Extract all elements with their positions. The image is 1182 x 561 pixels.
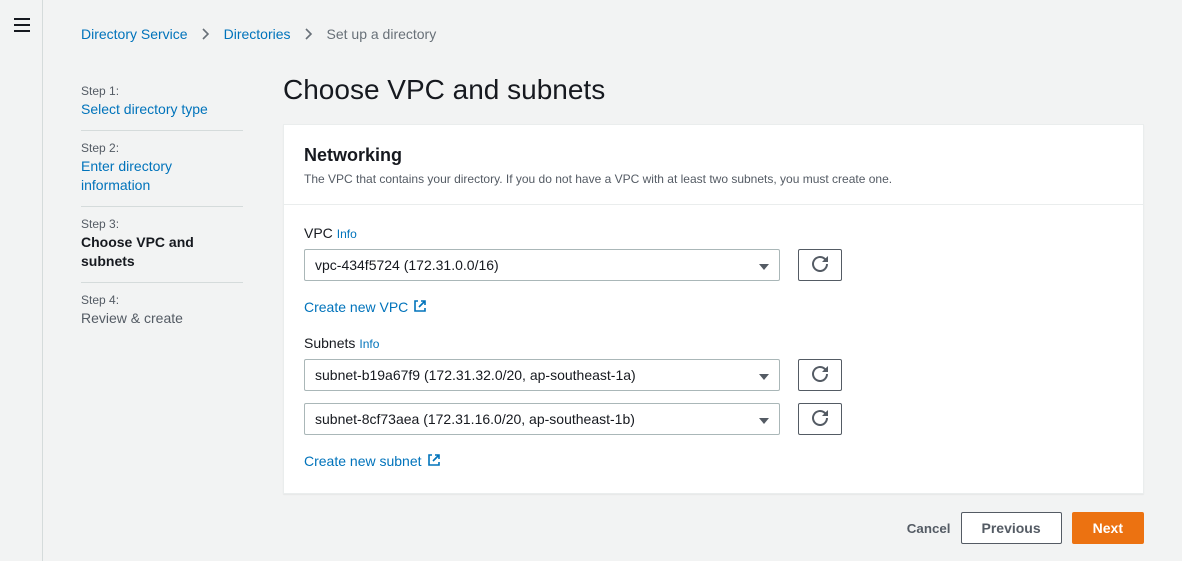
- vpc-label: VPC: [304, 225, 333, 241]
- step-label: Step 3:: [81, 217, 243, 231]
- panel-description: The VPC that contains your directory. If…: [304, 170, 1123, 188]
- step-3: Step 3: Choose VPC and subnets: [81, 207, 243, 283]
- vpc-field-group: VPC Info vpc-434f5724 (172.31.0.0/16): [304, 225, 1123, 315]
- panel-heading: Networking: [304, 145, 1123, 166]
- step-2[interactable]: Step 2: Enter directory information: [81, 131, 243, 207]
- refresh-icon: [812, 256, 828, 275]
- cancel-button[interactable]: Cancel: [907, 521, 951, 536]
- subnets-label: Subnets: [304, 335, 355, 351]
- breadcrumb: Directory Service Directories Set up a d…: [81, 0, 1144, 74]
- chevron-down-icon: [759, 257, 769, 273]
- step-label: Step 1:: [81, 84, 243, 98]
- create-new-vpc-link[interactable]: Create new VPC: [304, 299, 426, 315]
- previous-button[interactable]: Previous: [961, 512, 1062, 544]
- step-4: Step 4: Review & create: [81, 283, 243, 339]
- subnet-2-refresh-button[interactable]: [798, 403, 842, 435]
- open-sidebar-icon[interactable]: [14, 18, 30, 32]
- chevron-down-icon: [759, 411, 769, 427]
- step-label: Step 4:: [81, 293, 243, 307]
- subnet-1-refresh-button[interactable]: [798, 359, 842, 391]
- refresh-icon: [812, 366, 828, 385]
- external-link-icon: [428, 453, 440, 469]
- create-new-vpc-label: Create new VPC: [304, 299, 408, 315]
- step-name: Enter directory information: [81, 157, 243, 196]
- create-new-subnet-label: Create new subnet: [304, 453, 422, 469]
- subnets-field-group: Subnets Info subnet-b19a67f9 (172.31.32.…: [304, 335, 1123, 469]
- next-button[interactable]: Next: [1072, 512, 1144, 544]
- chevron-right-icon: [202, 28, 210, 40]
- networking-panel: Networking The VPC that contains your di…: [283, 124, 1144, 494]
- vpc-selected-value: vpc-434f5724 (172.31.0.0/16): [315, 257, 499, 273]
- page-title: Choose VPC and subnets: [283, 74, 1144, 106]
- subnet-1-select[interactable]: subnet-b19a67f9 (172.31.32.0/20, ap-sout…: [304, 359, 780, 391]
- step-label: Step 2:: [81, 141, 243, 155]
- refresh-icon: [812, 410, 828, 429]
- chevron-right-icon: [305, 28, 313, 40]
- external-link-icon: [414, 299, 426, 315]
- breadcrumb-current: Set up a directory: [327, 26, 437, 42]
- wizard-footer: Cancel Previous Next: [283, 512, 1144, 544]
- subnets-info-link[interactable]: Info: [359, 337, 379, 351]
- step-1[interactable]: Step 1: Select directory type: [81, 74, 243, 131]
- vpc-info-link[interactable]: Info: [337, 227, 357, 241]
- subnet-2-select[interactable]: subnet-8cf73aea (172.31.16.0/20, ap-sout…: [304, 403, 780, 435]
- step-name: Select directory type: [81, 100, 243, 120]
- subnet-1-selected-value: subnet-b19a67f9 (172.31.32.0/20, ap-sout…: [315, 367, 636, 383]
- step-name: Choose VPC and subnets: [81, 233, 243, 272]
- breadcrumb-directory-service[interactable]: Directory Service: [81, 26, 188, 42]
- breadcrumb-directories[interactable]: Directories: [224, 26, 291, 42]
- wizard-steps: Step 1: Select directory type Step 2: En…: [81, 74, 243, 339]
- subnet-2-selected-value: subnet-8cf73aea (172.31.16.0/20, ap-sout…: [315, 411, 635, 427]
- step-name: Review & create: [81, 309, 243, 329]
- chevron-down-icon: [759, 367, 769, 383]
- vpc-select[interactable]: vpc-434f5724 (172.31.0.0/16): [304, 249, 780, 281]
- vpc-refresh-button[interactable]: [798, 249, 842, 281]
- create-new-subnet-link[interactable]: Create new subnet: [304, 453, 440, 469]
